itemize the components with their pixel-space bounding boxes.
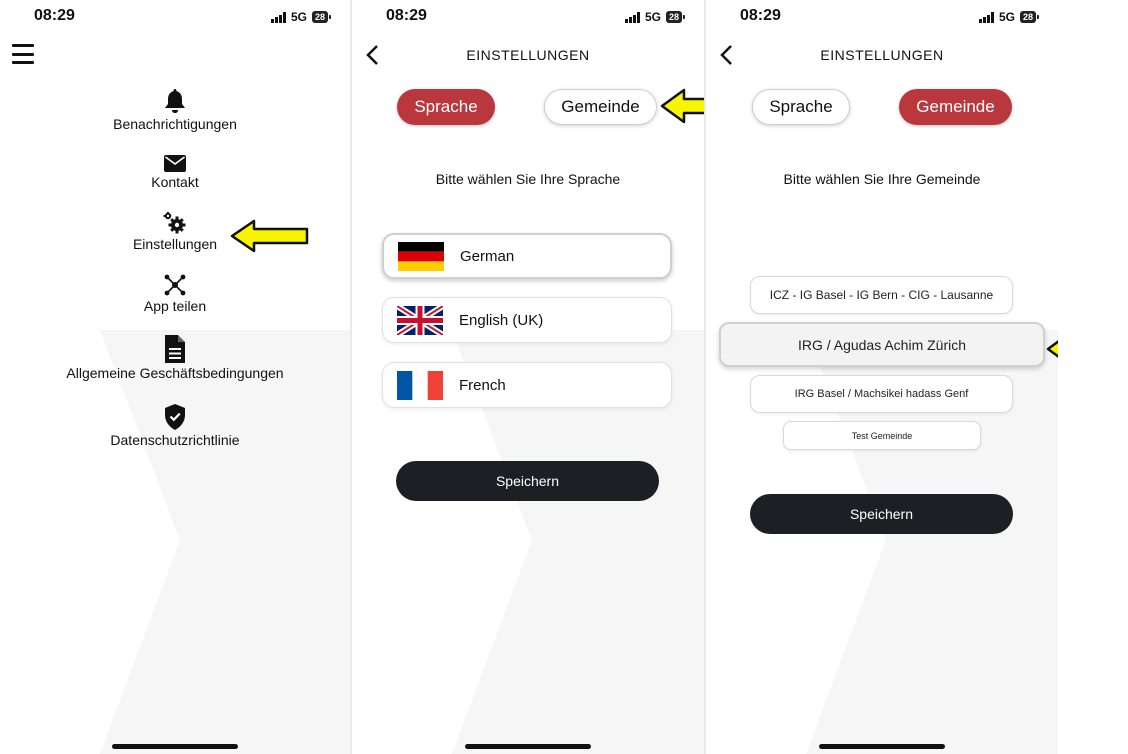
hamburger-menu-icon[interactable] (12, 44, 34, 64)
network-label: 5G (998, 10, 1015, 24)
home-indicator (465, 744, 591, 749)
menu-label: Benachrichtigungen (113, 116, 237, 132)
envelope-icon (164, 155, 186, 172)
language-option-french[interactable]: French (382, 362, 672, 408)
status-bar: 08:29 5G 28 (352, 7, 704, 27)
community-option-irg-basel[interactable]: IRG Basel / Machsikei hadass Genf (750, 375, 1013, 413)
highlight-arrow-left-icon (230, 219, 309, 253)
menu-screen: 08:29 5G 28 Benachrichtigungen Kontakt E… (0, 0, 350, 754)
shield-check-icon (165, 404, 185, 430)
tab-community[interactable]: Gemeinde (544, 89, 657, 125)
page-title: EINSTELLUNGEN (820, 47, 944, 63)
gears-icon (163, 212, 186, 234)
status-time: 08:29 (34, 7, 75, 24)
status-time: 08:29 (386, 7, 427, 24)
menu-label: Allgemeine Geschäftsbedingungen (66, 365, 284, 381)
language-option-english-uk[interactable]: English (UK) (382, 297, 672, 343)
community-settings-screen: 08:29 5G 28 EINSTELLUNGEN Sprache Gemein… (706, 0, 1058, 754)
menu-item-privacy[interactable]: Datenschutzrichtlinie (0, 404, 350, 448)
uk-flag-icon (397, 305, 443, 335)
menu-item-notifications[interactable]: Benachrichtigungen (0, 88, 350, 132)
battery-icon: 28 (665, 11, 686, 23)
signal-icon (978, 11, 994, 23)
home-indicator (819, 744, 945, 749)
network-label: 5G (644, 10, 661, 24)
menu-label: App teilen (143, 298, 207, 314)
document-icon (165, 335, 185, 363)
battery-icon: 28 (311, 11, 332, 23)
tab-community[interactable]: Gemeinde (899, 89, 1012, 125)
status-bar: 08:29 5G 28 (0, 7, 350, 27)
menu-label: Kontakt (151, 174, 199, 190)
language-option-german[interactable]: German (382, 233, 672, 279)
menu-item-contact[interactable]: Kontakt (0, 155, 350, 190)
de-flag-icon (398, 241, 444, 271)
highlight-arrow-left-icon (660, 88, 704, 124)
language-prompt: Bitte wählen Sie Ihre Sprache (435, 171, 621, 187)
tab-language[interactable]: Sprache (397, 89, 495, 125)
language-name: German (460, 247, 515, 265)
signal-icon (624, 11, 640, 23)
home-indicator (112, 744, 238, 749)
community-option-irg-agudas-achim[interactable]: IRG / Agudas Achim Zürich (719, 322, 1045, 367)
battery-icon: 28 (1019, 11, 1040, 23)
community-option-test[interactable]: Test Gemeinde (783, 421, 981, 450)
community-option-icz[interactable]: ICZ - IG Basel - IG Bern - CIG - Lausann… (750, 276, 1013, 314)
language-name: French (459, 376, 506, 394)
menu-item-share-app[interactable]: App teilen (0, 274, 350, 314)
language-settings-screen: 08:29 5G 28 EINSTELLUNGEN Sprache Gemein… (352, 0, 704, 754)
menu-item-terms[interactable]: Allgemeine Geschäftsbedingungen (0, 335, 350, 381)
save-button[interactable]: Speichern (750, 494, 1013, 534)
highlight-arrow-left-icon (1046, 340, 1058, 358)
tab-language[interactable]: Sprache (752, 89, 850, 125)
language-name: English (UK) (459, 311, 544, 329)
network-label: 5G (290, 10, 307, 24)
bell-icon (165, 89, 185, 113)
save-button[interactable]: Speichern (396, 461, 659, 501)
status-time: 08:29 (740, 7, 781, 24)
page-title: EINSTELLUNGEN (466, 47, 590, 63)
community-prompt: Bitte wählen Sie Ihre Gemeinde (783, 171, 981, 187)
share-nodes-icon (164, 274, 186, 296)
fr-flag-icon (397, 370, 443, 400)
status-bar: 08:29 5G 28 (706, 7, 1058, 27)
signal-icon (270, 11, 286, 23)
menu-label: Datenschutzrichtlinie (110, 432, 240, 448)
